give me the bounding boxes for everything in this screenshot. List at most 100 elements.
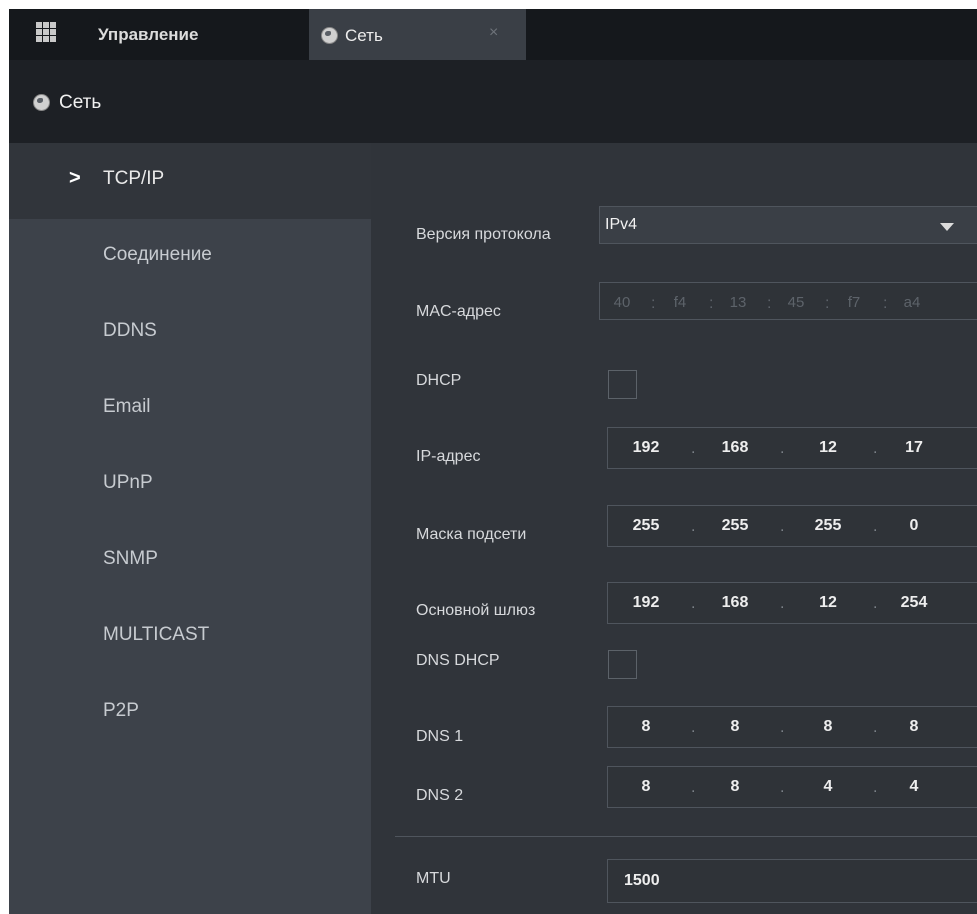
- globe-icon: [321, 27, 338, 44]
- chevron-right-icon: >: [69, 167, 81, 189]
- dhcp-label: DHCP: [416, 372, 462, 389]
- tab-management[interactable]: Управление: [9, 9, 309, 60]
- subnet-mask-label: Маска подсети: [416, 526, 527, 543]
- sidebar-item-label: UPnP: [103, 472, 153, 493]
- sidebar-item-label: P2P: [103, 700, 139, 721]
- sidebar-item-label: Соединение: [103, 244, 212, 265]
- sidebar-item-multicast[interactable]: MULTICAST: [9, 599, 371, 675]
- dns2-label: DNS 2: [416, 787, 464, 804]
- mac-part: f7: [847, 294, 861, 311]
- ip-separator: .: [873, 518, 878, 535]
- gateway-octet: 168: [721, 594, 749, 611]
- mtu-value: 1500: [624, 872, 660, 889]
- sidebar-item-label: SNMP: [103, 548, 158, 569]
- dns2-octet: 4: [823, 778, 833, 795]
- ip-octet: 17: [905, 439, 923, 456]
- ip-separator: .: [873, 440, 878, 457]
- subnet-mask-field[interactable]: 255 . 255 . 255 . 0: [607, 505, 977, 547]
- protocol-version-select[interactable]: IPv4: [599, 206, 977, 244]
- mac-address-label: MAC-адрес: [416, 303, 501, 320]
- divider: [395, 836, 977, 837]
- sidebar-item-label: DDNS: [103, 320, 157, 341]
- sidebar-item-label: Email: [103, 396, 151, 417]
- close-icon[interactable]: ×: [489, 24, 498, 42]
- dns-dhcp-checkbox[interactable]: [608, 650, 637, 679]
- ip-separator: .: [691, 719, 696, 736]
- ip-separator: .: [873, 595, 878, 612]
- mac-separator: :: [825, 295, 830, 312]
- ip-octet: 192: [632, 439, 660, 456]
- ip-separator: .: [873, 719, 878, 736]
- ip-separator: .: [780, 779, 785, 796]
- sidebar-item-p2p[interactable]: P2P: [9, 675, 371, 751]
- gateway-label: Основной шлюз: [416, 602, 536, 619]
- mask-octet: 0: [909, 517, 919, 534]
- page-title: Сеть: [59, 92, 102, 113]
- mtu-input[interactable]: 1500: [607, 859, 977, 903]
- ip-address-field[interactable]: 192 . 168 . 12 . 17: [607, 427, 977, 469]
- sidebar: > TCP/IP Соединение DDNS Email UPnP SNMP…: [9, 143, 371, 914]
- ip-separator: .: [780, 518, 785, 535]
- dns1-octet: 8: [823, 718, 833, 735]
- mask-octet: 255: [814, 517, 842, 534]
- sidebar-item-label: MULTICAST: [103, 624, 210, 645]
- chevron-down-icon: [940, 223, 954, 231]
- app-window: Управление Сеть × Сеть > TCP/IP Соединен…: [9, 9, 977, 914]
- mac-part: f4: [673, 294, 687, 311]
- dns2-field[interactable]: 8 . 8 . 4 . 4: [607, 766, 977, 808]
- tab-management-label: Управление: [98, 25, 199, 44]
- gateway-octet: 254: [900, 594, 928, 611]
- sidebar-item-upnp[interactable]: UPnP: [9, 447, 371, 523]
- grid-menu-icon[interactable]: [36, 22, 56, 42]
- mac-separator: :: [709, 295, 714, 312]
- gateway-field[interactable]: 192 . 168 . 12 . 254: [607, 582, 977, 624]
- mac-separator: :: [883, 295, 888, 312]
- ip-separator: .: [691, 779, 696, 796]
- tab-network-label: Сеть: [345, 26, 383, 45]
- dns2-octet: 8: [730, 778, 740, 795]
- ip-separator: .: [780, 440, 785, 457]
- sidebar-item-label: TCP/IP: [103, 168, 165, 189]
- mac-separator: :: [767, 295, 772, 312]
- ip-octet: 12: [819, 439, 837, 456]
- sidebar-item-email[interactable]: Email: [9, 371, 371, 447]
- dhcp-checkbox[interactable]: [608, 370, 637, 399]
- dns1-label: DNS 1: [416, 728, 464, 745]
- section-header: Сеть: [9, 60, 977, 143]
- dns2-octet: 4: [909, 778, 919, 795]
- dns1-octet: 8: [909, 718, 919, 735]
- mac-part: 45: [787, 294, 805, 311]
- sidebar-item-ddns[interactable]: DDNS: [9, 295, 371, 371]
- mac-part: 40: [613, 294, 631, 311]
- dns2-octet: 8: [641, 778, 651, 795]
- mtu-label: MTU: [416, 870, 451, 887]
- ip-separator: .: [780, 719, 785, 736]
- mac-part: 13: [729, 294, 747, 311]
- ip-separator: .: [691, 595, 696, 612]
- sidebar-item-tcpip[interactable]: > TCP/IP: [9, 143, 371, 219]
- dns-dhcp-label: DNS DHCP: [416, 652, 500, 669]
- gateway-octet: 192: [632, 594, 660, 611]
- sidebar-item-connection[interactable]: Соединение: [9, 219, 371, 295]
- mask-octet: 255: [632, 517, 660, 534]
- dns1-octet: 8: [641, 718, 651, 735]
- dns1-field[interactable]: 8 . 8 . 8 . 8: [607, 706, 977, 748]
- gateway-octet: 12: [819, 594, 837, 611]
- mac-separator: :: [651, 295, 656, 312]
- mac-address-field: 40 : f4 : 13 : 45 : f7 : a4: [599, 282, 977, 320]
- globe-icon: [33, 94, 50, 111]
- sidebar-item-snmp[interactable]: SNMP: [9, 523, 371, 599]
- ip-separator: .: [691, 518, 696, 535]
- ip-separator: .: [691, 440, 696, 457]
- mac-part: a4: [903, 294, 921, 311]
- ip-address-label: IP-адрес: [416, 448, 481, 465]
- protocol-version-label: Версия протокола: [416, 226, 551, 243]
- ip-octet: 168: [721, 439, 749, 456]
- tcpip-settings-panel: Версия протокола IPv4 MAC-адрес 40 : f4 …: [371, 143, 977, 914]
- ip-separator: .: [780, 595, 785, 612]
- ip-separator: .: [873, 779, 878, 796]
- dns1-octet: 8: [730, 718, 740, 735]
- tab-bar: Управление Сеть ×: [9, 9, 977, 60]
- tab-network[interactable]: Сеть ×: [309, 9, 526, 60]
- protocol-version-value: IPv4: [605, 216, 638, 233]
